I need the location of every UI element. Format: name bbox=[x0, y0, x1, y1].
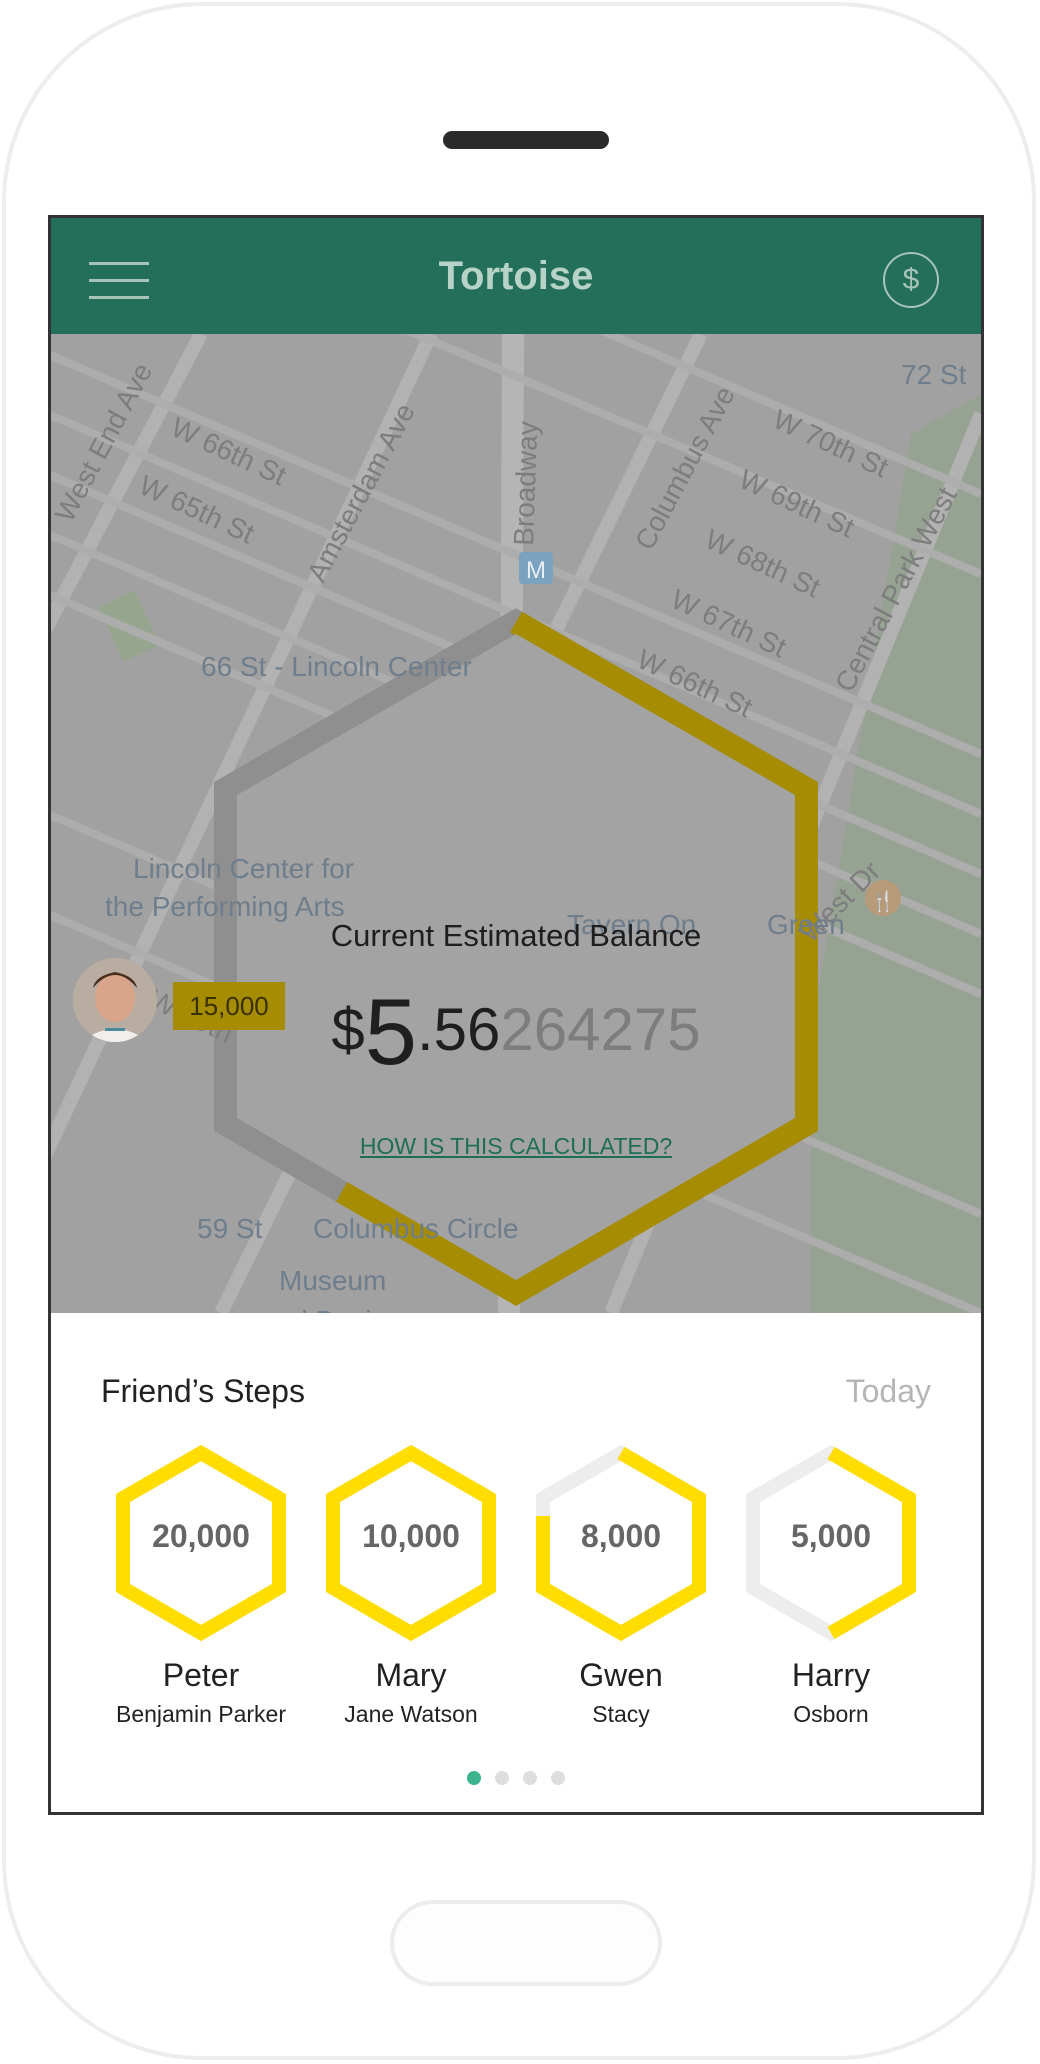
street-label: 72 St bbox=[901, 359, 967, 390]
range-selector[interactable]: Today bbox=[846, 1373, 931, 1410]
friend-steps: 5,000 bbox=[790, 1518, 872, 1554]
pager-dot[interactable] bbox=[551, 1771, 565, 1785]
balance-cents: .56 bbox=[417, 996, 501, 1063]
phone-speaker bbox=[443, 131, 609, 149]
app-header: Tortoise $ bbox=[51, 218, 981, 334]
map-canvas: West End Ave W 66th St W 65th St Amsterd… bbox=[51, 334, 981, 1313]
pager-dot[interactable] bbox=[467, 1771, 481, 1785]
balance-currency: $ bbox=[331, 996, 365, 1063]
place-label: 59 St bbox=[197, 1213, 263, 1244]
friend-card[interactable]: 20,000 Peter Benjamin Parker bbox=[101, 1445, 301, 1745]
friend-card[interactable]: 10,000 Mary Jane Watson bbox=[311, 1445, 511, 1745]
app-title: Tortoise bbox=[438, 254, 594, 298]
avatar-portrait bbox=[73, 958, 157, 1042]
place-label: Museum bbox=[279, 1265, 386, 1296]
utensils-glyph: 🍴 bbox=[871, 889, 896, 913]
friend-first-name: Mary bbox=[375, 1657, 447, 1693]
friend-last-name: Benjamin Parker bbox=[115, 1701, 287, 1727]
friend-card[interactable]: 5,000 Harry Osborn bbox=[731, 1445, 931, 1745]
friends-panel-title: Friend’s Steps bbox=[101, 1373, 305, 1409]
friend-steps: 20,000 bbox=[152, 1518, 250, 1554]
place-label: 66 St - Lincoln Center bbox=[201, 651, 472, 682]
friend-first-name: Harry bbox=[791, 1657, 871, 1693]
app-screen: Tortoise $ West End Ave W 66th St W 65th… bbox=[48, 215, 984, 1815]
friends-panel: Friend’s Steps Today 20,000 Peter Benjam… bbox=[51, 1313, 981, 1812]
friend-last-name: Jane Watson bbox=[344, 1701, 478, 1727]
friend-first-name: Gwen bbox=[579, 1657, 663, 1693]
home-button[interactable] bbox=[390, 1900, 662, 1986]
balance-whole: 5 bbox=[364, 979, 417, 1084]
friend-steps: 8,000 bbox=[580, 1518, 662, 1554]
friend-last-name: Stacy bbox=[592, 1701, 650, 1727]
map-view[interactable]: West End Ave W 66th St W 65th St Amsterd… bbox=[51, 334, 981, 1313]
balance-fraction: 264275 bbox=[500, 996, 701, 1063]
friend-steps: 10,000 bbox=[362, 1518, 460, 1554]
place-label: Lincoln Center for bbox=[133, 853, 354, 884]
place-label: Columbus Circle bbox=[313, 1213, 518, 1244]
how-calculated-link[interactable]: HOW IS THIS CALCULATED? bbox=[51, 1133, 981, 1160]
balance-label: Current Estimated Balance bbox=[330, 918, 702, 953]
friend-last-name: Osborn bbox=[793, 1701, 869, 1727]
friend-card[interactable]: 8,000 Gwen Stacy bbox=[521, 1445, 721, 1745]
dollar-circle-icon[interactable]: $ bbox=[883, 252, 939, 308]
user-avatar[interactable] bbox=[73, 958, 157, 1042]
street-label: Broadway bbox=[508, 421, 543, 547]
metro-badge-label: M bbox=[526, 557, 546, 584]
pager-dots bbox=[51, 1771, 981, 1791]
place-label: and Design bbox=[261, 1305, 403, 1313]
friend-first-name: Peter bbox=[162, 1657, 240, 1693]
user-steps-badge: 15,000 bbox=[173, 982, 285, 1030]
pager-dot[interactable] bbox=[523, 1771, 537, 1785]
pager-dot[interactable] bbox=[495, 1771, 509, 1785]
